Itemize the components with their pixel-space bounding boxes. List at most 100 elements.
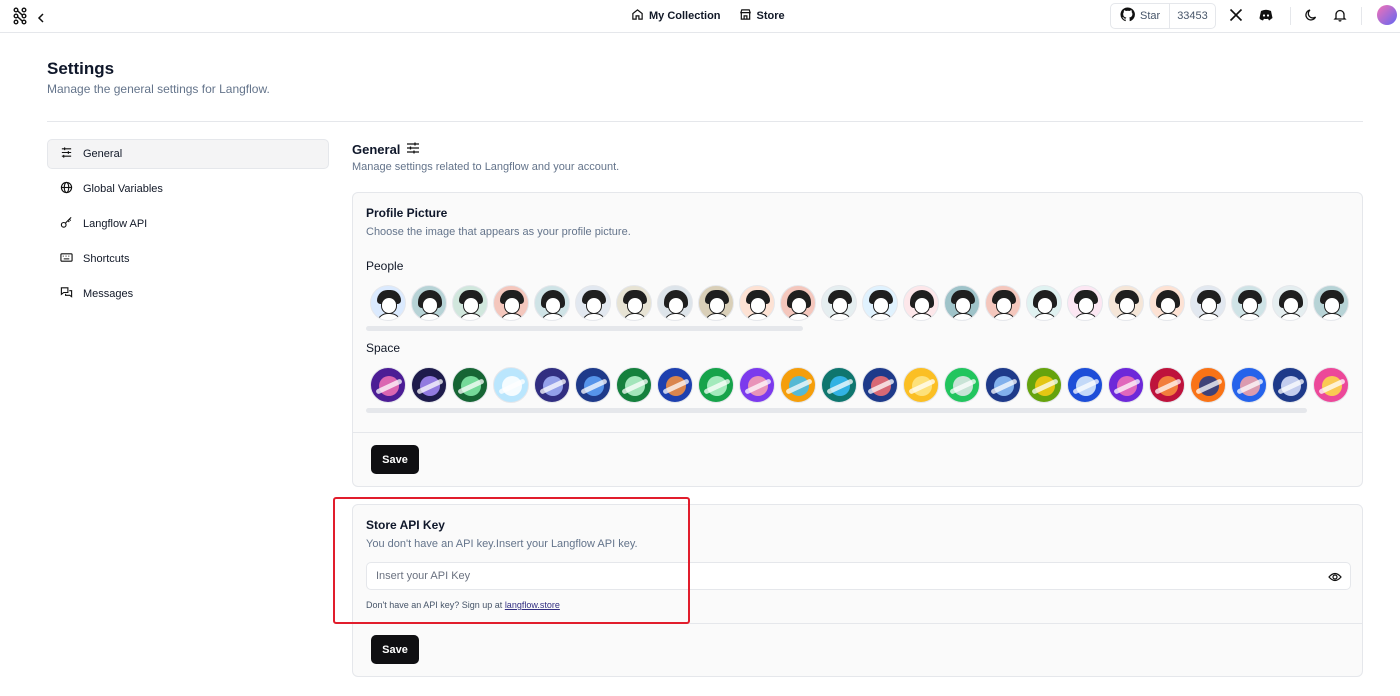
space-avatar-option[interactable] — [739, 367, 775, 403]
people-scrollbar[interactable] — [366, 326, 803, 331]
nav-label: My Collection — [649, 10, 721, 22]
space-avatar-option[interactable] — [821, 367, 857, 403]
top-nav: My Collection Store — [631, 8, 785, 24]
people-avatar-option[interactable] — [1108, 285, 1144, 321]
x-twitter-icon[interactable] — [1229, 8, 1243, 27]
keyboard-icon — [60, 251, 73, 267]
space-avatar-option[interactable] — [862, 367, 898, 403]
people-label: People — [366, 259, 404, 273]
space-avatar-option[interactable] — [657, 367, 693, 403]
people-avatar-option[interactable] — [1067, 285, 1103, 321]
people-avatar-option[interactable] — [1313, 285, 1349, 321]
sidebar-item-general[interactable]: General — [47, 139, 329, 169]
space-avatar-option[interactable] — [575, 367, 611, 403]
people-avatar-option[interactable] — [452, 285, 488, 321]
space-avatar-option[interactable] — [493, 367, 529, 403]
github-star-button[interactable]: Star 33453 — [1110, 3, 1216, 29]
space-avatar-option[interactable] — [985, 367, 1021, 403]
people-avatar-option[interactable] — [698, 285, 734, 321]
sidebar-item-messages[interactable]: Messages — [47, 279, 329, 309]
people-avatar-option[interactable] — [493, 285, 529, 321]
back-chevron-icon[interactable] — [36, 10, 46, 28]
space-avatar-option[interactable] — [1149, 367, 1185, 403]
langflow-logo-icon[interactable] — [12, 7, 28, 30]
sidebar-item-label: Messages — [83, 288, 134, 300]
profile-picture-card: Profile Picture Choose the image that ap… — [352, 192, 1363, 487]
sidebar-item-langflow-api[interactable]: Langflow API — [47, 209, 329, 239]
people-avatar-option[interactable] — [780, 285, 816, 321]
space-avatar-option[interactable] — [1231, 367, 1267, 403]
space-avatar-option[interactable] — [452, 367, 488, 403]
people-avatar-option[interactable] — [1190, 285, 1226, 321]
header-divider — [47, 121, 1363, 122]
card-title: Store API Key — [366, 518, 445, 532]
sliders-icon — [60, 146, 73, 162]
section-title: General — [352, 141, 420, 158]
people-avatar-option[interactable] — [985, 285, 1021, 321]
user-avatar[interactable] — [1377, 5, 1397, 25]
github-star-label: Star — [1140, 10, 1161, 22]
profile-save-button[interactable]: Save — [371, 445, 419, 474]
people-avatar-option[interactable] — [616, 285, 652, 321]
people-avatar-option[interactable] — [903, 285, 939, 321]
card-footer-divider — [353, 432, 1362, 433]
card-description: You don't have an API key.Insert your La… — [366, 538, 638, 550]
sidebar-item-label: Shortcuts — [83, 253, 130, 265]
top-bar: My Collection Store Star 33453 — [0, 0, 1400, 33]
discord-icon[interactable] — [1258, 8, 1274, 27]
nav-my-collection[interactable]: My Collection — [631, 8, 721, 24]
space-avatar-option[interactable] — [1313, 367, 1349, 403]
sidebar-item-label: General — [83, 148, 123, 160]
people-avatar-option[interactable] — [534, 285, 570, 321]
people-avatar-option[interactable] — [370, 285, 406, 321]
card-title: Profile Picture — [366, 206, 448, 220]
bell-icon[interactable] — [1333, 8, 1347, 27]
sidebar-item-label: Langflow API — [83, 218, 148, 230]
langflow-store-link[interactable]: langflow.store — [505, 600, 560, 610]
people-avatar-option[interactable] — [1231, 285, 1267, 321]
people-avatar-option[interactable] — [739, 285, 775, 321]
people-avatar-option[interactable] — [821, 285, 857, 321]
space-avatar-option[interactable] — [1190, 367, 1226, 403]
moon-icon[interactable] — [1304, 8, 1318, 27]
sidebar-item-global-variables[interactable]: Global Variables — [47, 174, 329, 204]
section-title-text: General — [352, 142, 401, 157]
people-avatar-option[interactable] — [411, 285, 447, 321]
people-avatar-option[interactable] — [657, 285, 693, 321]
space-scrollbar[interactable] — [366, 408, 1307, 413]
api-key-input[interactable] — [366, 562, 1351, 590]
people-avatar-option[interactable] — [1026, 285, 1062, 321]
space-avatar-option[interactable] — [370, 367, 406, 403]
people-avatar-option[interactable] — [1272, 285, 1308, 321]
nav-store[interactable]: Store — [739, 8, 785, 24]
space-avatar-option[interactable] — [1272, 367, 1308, 403]
space-avatar-option[interactable] — [903, 367, 939, 403]
nav-label: Store — [756, 10, 785, 22]
people-avatar-option[interactable] — [575, 285, 611, 321]
people-avatar-option[interactable] — [862, 285, 898, 321]
space-avatar-option[interactable] — [616, 367, 652, 403]
store-api-key-card: Store API Key You don't have an API key.… — [352, 504, 1363, 677]
sidebar-item-shortcuts[interactable]: Shortcuts — [47, 244, 329, 274]
github-star[interactable]: Star — [1111, 4, 1171, 28]
people-avatar-option[interactable] — [1149, 285, 1185, 321]
space-avatar-option[interactable] — [1108, 367, 1144, 403]
eye-icon[interactable] — [1328, 570, 1342, 588]
globe-icon — [60, 181, 73, 197]
space-avatar-option[interactable] — [1067, 367, 1103, 403]
page-title: Settings — [47, 59, 115, 78]
space-avatar-option[interactable] — [698, 367, 734, 403]
api-key-save-button[interactable]: Save — [371, 635, 419, 664]
card-description: Choose the image that appears as your pr… — [366, 226, 631, 238]
topbar-divider — [1361, 7, 1362, 25]
people-avatar-option[interactable] — [944, 285, 980, 321]
sidebar-item-label: Global Variables — [83, 183, 163, 195]
space-avatar-option[interactable] — [534, 367, 570, 403]
messages-icon — [60, 286, 73, 302]
space-avatar-option[interactable] — [1026, 367, 1062, 403]
space-avatar-option[interactable] — [411, 367, 447, 403]
space-avatar-option[interactable] — [780, 367, 816, 403]
page-subtitle: Manage the general settings for Langflow… — [47, 82, 270, 96]
space-avatar-option[interactable] — [944, 367, 980, 403]
api-key-hint: Don't have an API key? Sign up at langfl… — [366, 600, 560, 610]
